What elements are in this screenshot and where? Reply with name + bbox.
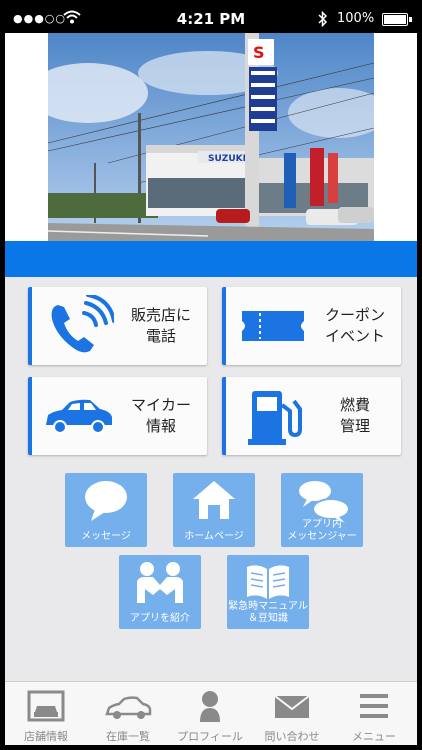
fuel-pump-icon (248, 391, 302, 445)
tab-menu[interactable]: メニュー (333, 682, 415, 745)
phone-icon (51, 295, 114, 353)
people-icon (137, 562, 183, 603)
car-outline-icon (105, 696, 152, 719)
fuel-management-label: 燃費 管理 (339, 396, 370, 435)
coupon-event-label: クーポン イベント (324, 306, 385, 345)
svg-text:S: S (253, 43, 265, 62)
in-app-messenger-tile[interactable]: アプリ内 メッセンジャー (281, 473, 363, 547)
tab-profile[interactable]: プロフィール (169, 682, 251, 745)
battery-percent: 100% (337, 11, 375, 26)
bluetooth-icon (318, 11, 328, 27)
tab-inventory[interactable]: 在庫一覧 (87, 682, 169, 745)
hamburger-menu-icon (360, 694, 388, 718)
hero-banner: SUZUKI S (5, 33, 417, 241)
tab-profile-label: プロフィール (177, 730, 243, 743)
home-icon (193, 481, 235, 519)
book-icon (247, 565, 289, 599)
fuel-management-button[interactable]: 燃費 管理 (222, 377, 401, 455)
my-car-label: マイカー 情報 (130, 396, 191, 435)
battery-icon (382, 13, 412, 26)
app-screen: ●●●○○ 4:21 PM 100% SUZUKI S 販売店に 電話 クーポン… (5, 5, 417, 745)
homepage-label: ホームページ (184, 531, 244, 542)
emergency-manual-tile[interactable]: 緊急時マニュアル ＆豆知識 (227, 555, 309, 629)
call-dealer-button[interactable]: 販売店に 電話 (28, 287, 207, 365)
tab-contact-label: 問い合わせ (264, 730, 320, 743)
message-label: メッセージ (81, 531, 131, 542)
tab-store-info-label: 店舗情報 (24, 730, 68, 743)
tab-inventory-label: 在庫一覧 (106, 730, 150, 743)
emergency-manual-label: 緊急時マニュアル ＆豆知識 (228, 601, 308, 624)
garage-icon (27, 690, 65, 722)
tab-contact[interactable]: 問い合わせ (251, 682, 333, 745)
tab-menu-label: メニュー (352, 730, 396, 743)
ticket-icon (242, 311, 304, 341)
in-app-messenger-label: アプリ内 メッセンジャー (287, 519, 357, 542)
tab-store-info[interactable]: 店舗情報 (5, 682, 87, 745)
status-bar: ●●●○○ 4:21 PM 100% (5, 5, 417, 33)
dealership-photo: SUZUKI S (48, 33, 374, 241)
accent-bar (5, 241, 417, 277)
person-icon (200, 691, 220, 722)
chat-bubbles-icon (299, 481, 350, 523)
introduce-app-label: アプリを紹介 (130, 613, 190, 624)
tab-bar: 店舗情報 在庫一覧 プロフィール 問い合わせ メニュー (5, 681, 417, 745)
coupon-event-button[interactable]: クーポン イベント (222, 287, 401, 365)
speech-bubble-icon (85, 481, 127, 521)
homepage-tile[interactable]: ホームページ (173, 473, 255, 547)
svg-text:SUZUKI: SUZUKI (208, 154, 246, 164)
message-tile[interactable]: メッセージ (65, 473, 147, 547)
car-icon (46, 399, 112, 434)
introduce-app-tile[interactable]: アプリを紹介 (119, 555, 201, 629)
call-dealer-label: 販売店に 電話 (130, 306, 191, 345)
my-car-button[interactable]: マイカー 情報 (28, 377, 207, 455)
mail-icon (274, 695, 310, 718)
